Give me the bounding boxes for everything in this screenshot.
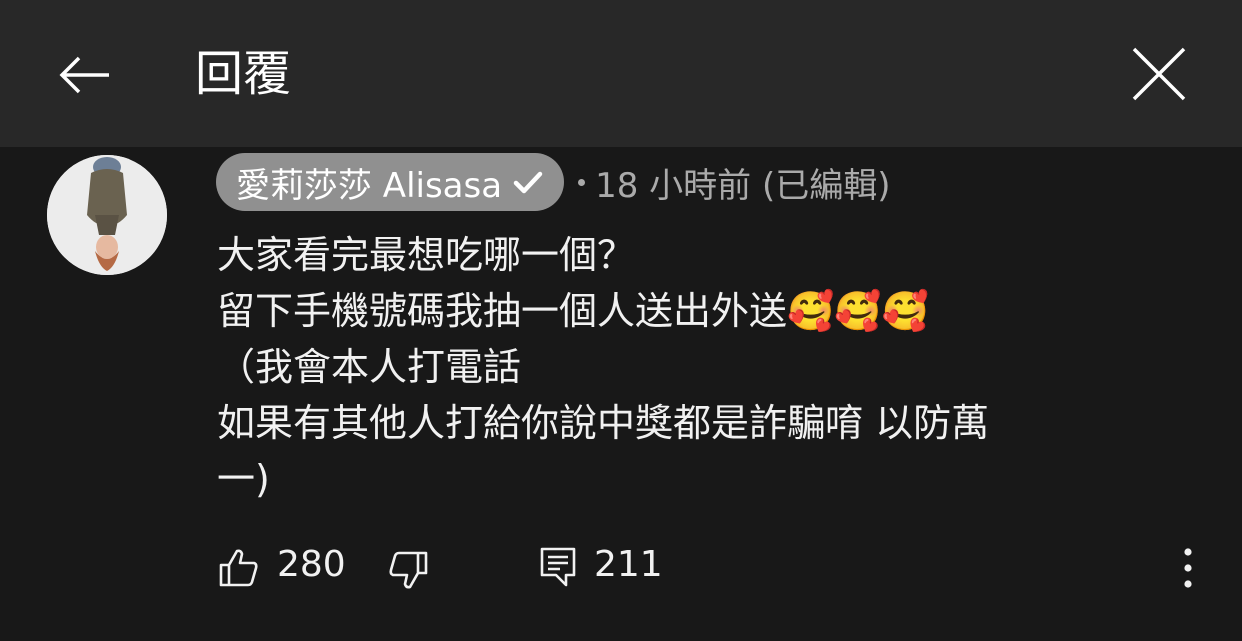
comment-line: 大家看完最想吃哪一個？ [217,233,636,277]
comment-icon [540,547,576,587]
page-title: 回覆 [195,46,292,102]
dislike-button[interactable] [387,549,429,591]
author-name-chip[interactable]: 愛莉莎莎 Alisasa [216,153,565,211]
avatar[interactable] [47,155,167,275]
more-options-button[interactable] [1170,545,1206,591]
more-vertical-icon [1184,548,1192,588]
verified-check-icon [513,171,543,194]
back-button[interactable] [55,45,115,105]
comment-time: 18 小時前 (已編輯) [595,165,891,206]
top-bar: 回覆 [0,0,1242,147]
separator-dot [578,178,586,186]
comment-actions: 280 211 [0,535,1242,595]
thumbs-down-icon [389,551,428,589]
arrow-left-icon [59,56,109,94]
reply-count: 211 [594,544,663,585]
comment-line: 留下手機號碼我抽一個人送出外送🥰🥰🥰 [217,289,929,333]
comment-line: （我會本人打電話 [217,345,522,389]
comment-line: 一) [217,457,270,501]
comment-line: 如果有其他人打給你說中獎都是詐騙唷 以防萬 [217,401,990,445]
comment-text: 大家看完最想吃哪一個？ 留下手機號碼我抽一個人送出外送🥰🥰🥰 （我會本人打電話 … [217,227,1147,507]
comment-thread: 愛莉莎莎 Alisasa 18 小時前 (已編輯) 大家看完最想吃哪一個？ 留下… [0,147,1242,641]
close-icon [1132,47,1186,101]
reply-button[interactable] [538,545,578,587]
thumbs-up-icon [219,549,258,587]
close-button[interactable] [1128,43,1190,105]
avatar-image [47,155,167,275]
like-count: 280 [277,544,346,585]
author-name: 愛莉莎莎 Alisasa [236,165,503,206]
comment-meta: 愛莉莎莎 Alisasa 18 小時前 (已編輯) [216,153,890,211]
like-button[interactable] [218,547,260,589]
